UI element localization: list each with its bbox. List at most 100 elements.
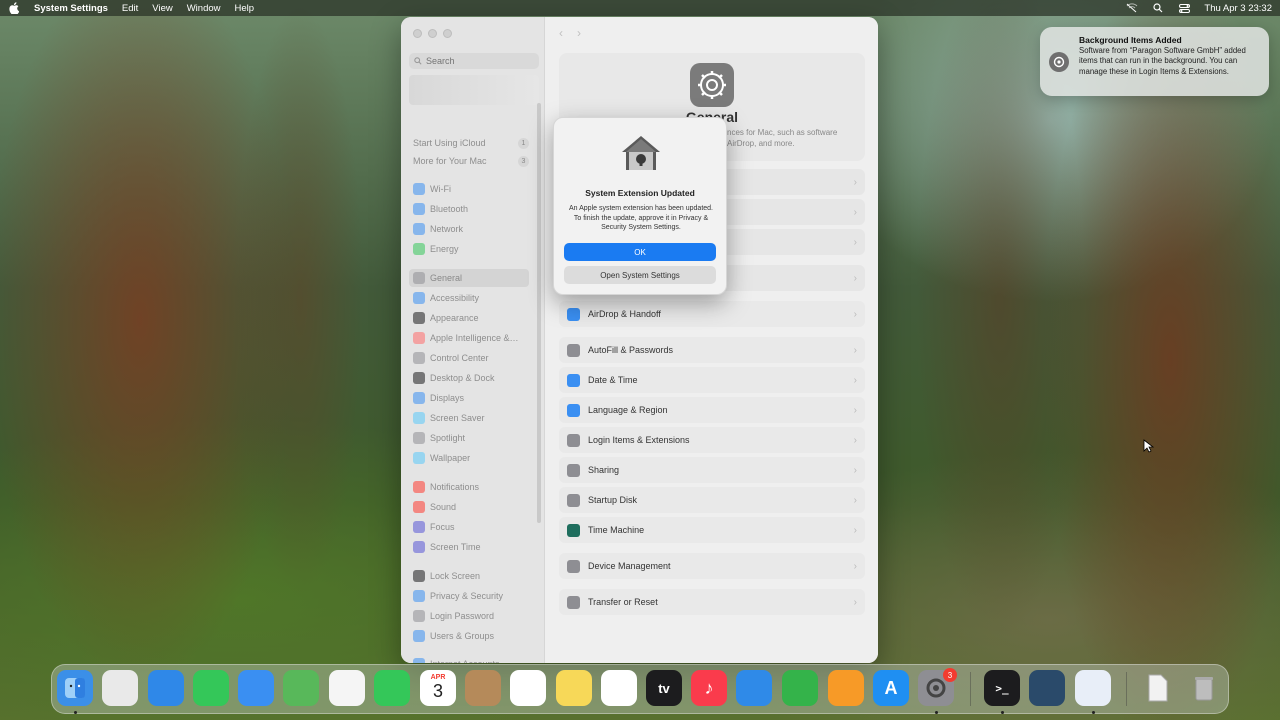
menu-view[interactable]: View: [152, 3, 172, 14]
dock-freeform-icon[interactable]: [601, 670, 637, 706]
dock-mail-icon[interactable]: [238, 670, 274, 706]
minimize-button[interactable]: [428, 29, 437, 38]
sidebar-item-bluetooth[interactable]: Bluetooth: [409, 200, 529, 218]
sidebar-item-more-for-mac[interactable]: More for Your Mac 3: [409, 152, 529, 170]
dock-messages-icon[interactable]: [193, 670, 229, 706]
dock-pages-icon[interactable]: [828, 670, 864, 706]
search-input[interactable]: [426, 56, 526, 66]
sidebar-scrollbar[interactable]: [537, 103, 541, 523]
sidebar-item-appearance[interactable]: Appearance: [409, 309, 529, 327]
dock-calendar-icon[interactable]: APR 3: [420, 670, 456, 706]
settings-row-date-time[interactable]: Date & Time ›: [559, 367, 865, 393]
sidebar-item-internet-accounts[interactable]: Internet Accounts: [409, 655, 529, 663]
zoom-button[interactable]: [443, 29, 452, 38]
tv-label: tv: [658, 680, 670, 696]
trash-can-icon: [1195, 677, 1213, 701]
sidebar-item-label: Lock Screen: [430, 571, 481, 581]
dock-keynote-icon[interactable]: [736, 670, 772, 706]
dock-paragon-icon[interactable]: [1075, 670, 1111, 706]
dock-launchpad-icon[interactable]: [102, 670, 138, 706]
finder-face-icon: [65, 678, 85, 698]
sidebar-item-label: General: [430, 273, 463, 283]
sidebar-item-focus[interactable]: Focus: [409, 518, 529, 536]
running-indicator: [1092, 711, 1095, 714]
dock-reminders-icon[interactable]: [510, 670, 546, 706]
dock-photos-icon[interactable]: [329, 670, 365, 706]
general-icon: [413, 272, 425, 284]
search-field[interactable]: [409, 53, 539, 69]
startup-disk-icon: [567, 493, 580, 507]
settings-row-label: Startup Disk: [588, 495, 638, 505]
sidebar-item-screen-saver[interactable]: Screen Saver: [409, 409, 529, 427]
sidebar-item-icloud[interactable]: Start Using iCloud 1: [409, 134, 529, 152]
search-icon[interactable]: [1152, 2, 1164, 14]
sidebar-item-spotlight[interactable]: Spotlight: [409, 429, 529, 447]
settings-row-login-items-extensions[interactable]: Login Items & Extensions ›: [559, 427, 865, 453]
apple-menu-icon[interactable]: [8, 2, 20, 14]
sidebar-item-displays[interactable]: Displays: [409, 389, 529, 407]
dock-finder-icon[interactable]: [57, 670, 93, 706]
sidebar-item-notifications[interactable]: Notifications: [409, 478, 529, 496]
sidebar-item-apple-intelligence[interactable]: Apple Intelligence &…: [409, 329, 529, 347]
system-extension-dialog: System Extension Updated An Apple system…: [553, 117, 727, 295]
settings-row-startup-disk[interactable]: Startup Disk ›: [559, 487, 865, 513]
clock[interactable]: Thu Apr 3 23:32: [1204, 3, 1272, 14]
sidebar-item-label: Screen Saver: [430, 413, 485, 423]
settings-row-transfer-or-reset[interactable]: Transfer or Reset ›: [559, 589, 865, 615]
dock-quicktime-icon[interactable]: [1029, 670, 1065, 706]
accessibility-icon: [413, 292, 425, 304]
settings-row-autofill-passwords[interactable]: AutoFill & Passwords ›: [559, 337, 865, 363]
search-icon: [414, 57, 422, 65]
menu-edit[interactable]: Edit: [122, 3, 138, 14]
sidebar-item-users-groups[interactable]: Users & Groups: [409, 627, 529, 645]
sidebar-item-energy[interactable]: Energy: [409, 240, 529, 258]
sidebar-item-lock-screen[interactable]: Lock Screen: [409, 567, 529, 585]
sidebar-item-sound[interactable]: Sound: [409, 498, 529, 516]
gear-icon: [690, 63, 734, 107]
sidebar-item-general[interactable]: General: [409, 269, 529, 287]
menu-app-name[interactable]: System Settings: [34, 3, 108, 14]
dock-notes-icon[interactable]: [556, 670, 592, 706]
sidebar-item-wallpaper[interactable]: Wallpaper: [409, 449, 529, 467]
sidebar-item-privacy-security[interactable]: Privacy & Security: [409, 587, 529, 605]
status-area: Thu Apr 3 23:32: [1126, 2, 1272, 14]
settings-row-device-management[interactable]: Device Management ›: [559, 553, 865, 579]
dock-music-icon[interactable]: ♪: [691, 670, 727, 706]
account-header[interactable]: [409, 75, 539, 105]
open-system-settings-button[interactable]: Open System Settings: [564, 266, 716, 284]
menu-window[interactable]: Window: [187, 3, 221, 14]
close-button[interactable]: [413, 29, 422, 38]
wifi-off-icon[interactable]: [1126, 2, 1138, 14]
settings-row-sharing[interactable]: Sharing ›: [559, 457, 865, 483]
dock-document-icon[interactable]: [1140, 670, 1176, 706]
dock-numbers-icon[interactable]: [782, 670, 818, 706]
sidebar-item-accessibility[interactable]: Accessibility: [409, 289, 529, 307]
settings-row-label: AirDrop & Handoff: [588, 309, 661, 319]
sidebar-item-screen-time[interactable]: Screen Time: [409, 538, 529, 556]
dock-tv-icon[interactable]: tv: [646, 670, 682, 706]
settings-row-language-region[interactable]: Language & Region ›: [559, 397, 865, 423]
dock-terminal-icon[interactable]: >_: [984, 670, 1020, 706]
sidebar-item-label: Focus: [430, 522, 455, 532]
dock-contacts-icon[interactable]: [465, 670, 501, 706]
sidebar-item-control-center[interactable]: Control Center: [409, 349, 529, 367]
forward-arrow-icon[interactable]: ›: [577, 26, 581, 40]
language-region-icon: [567, 403, 580, 417]
sidebar-item-wi-fi[interactable]: Wi-Fi: [409, 180, 529, 198]
menu-help[interactable]: Help: [235, 3, 255, 14]
ok-button[interactable]: OK: [564, 243, 716, 261]
sidebar-item-desktop-dock[interactable]: Desktop & Dock: [409, 369, 529, 387]
settings-row-airdrop-handoff[interactable]: AirDrop & Handoff ›: [559, 301, 865, 327]
chevron-right-icon: ›: [853, 404, 857, 416]
dock-facetime-icon[interactable]: [374, 670, 410, 706]
sidebar-item-login-password[interactable]: Login Password: [409, 607, 529, 625]
dock-safari-icon[interactable]: [148, 670, 184, 706]
sidebar-item-network[interactable]: Network: [409, 220, 529, 238]
dock-maps-icon[interactable]: [283, 670, 319, 706]
background-items-notification[interactable]: Background Items Added Software from “Pa…: [1040, 27, 1269, 96]
dock-trash-icon[interactable]: [1186, 670, 1222, 706]
settings-row-time-machine[interactable]: Time Machine ›: [559, 517, 865, 543]
dock-app-store-icon[interactable]: A: [873, 670, 909, 706]
back-arrow-icon[interactable]: ‹: [559, 26, 563, 40]
control-center-icon[interactable]: [1178, 2, 1190, 14]
